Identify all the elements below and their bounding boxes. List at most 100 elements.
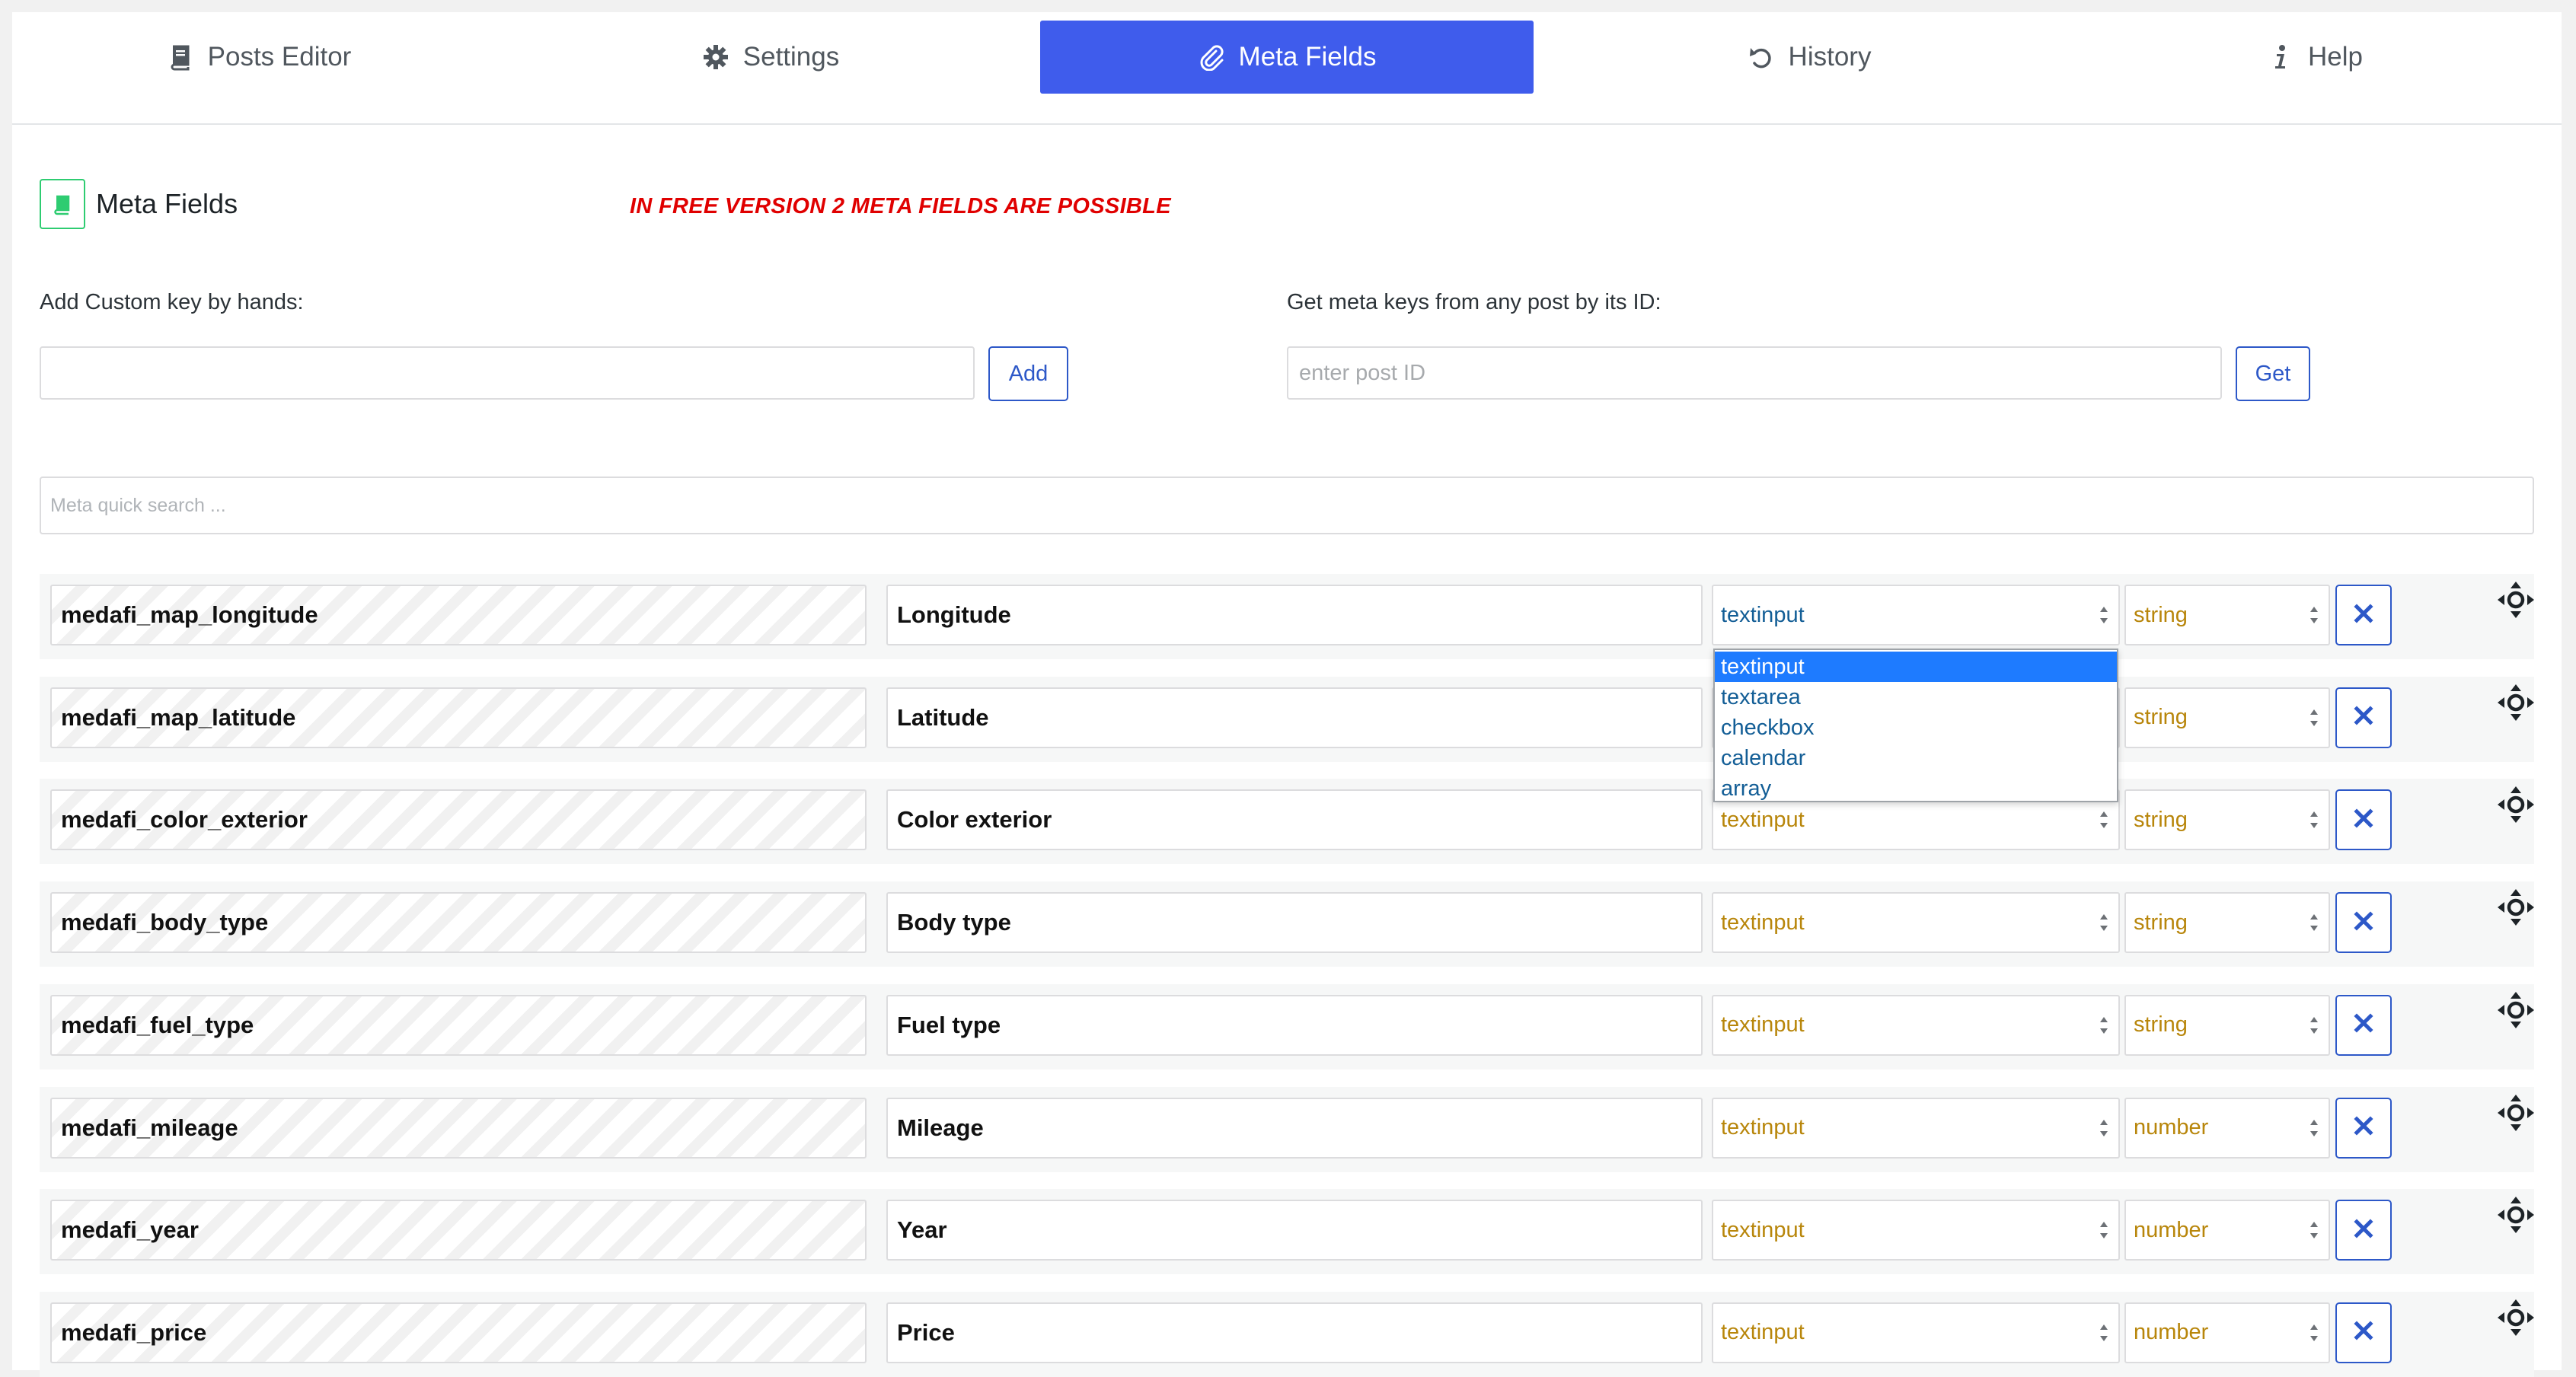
meta-label-field[interactable]: Fuel type (886, 994, 1703, 1056)
gear-icon (702, 43, 729, 71)
post-id-input[interactable] (1287, 346, 2222, 400)
meta-label-field[interactable]: Body type (886, 892, 1703, 954)
book-icon (40, 179, 85, 229)
close-icon (2353, 910, 2374, 936)
custom-key-label: Add Custom key by hands: (40, 290, 304, 314)
data-type-value: number (2134, 1115, 2209, 1140)
meta-key-field[interactable]: medafi_map_latitude (50, 687, 867, 748)
data-type-select[interactable]: string (2124, 994, 2330, 1056)
meta-label-field[interactable]: Color exterior (886, 789, 1703, 851)
data-type-value: string (2134, 807, 2188, 832)
meta-label-text: Mileage (897, 1114, 984, 1141)
data-type-select[interactable]: number (2124, 1302, 2330, 1363)
meta-key-field[interactable]: medafi_price (50, 1302, 867, 1363)
info-icon (2267, 43, 2294, 71)
delete-row-button[interactable] (2335, 789, 2392, 851)
drag-handle-icon[interactable] (2496, 683, 2536, 722)
data-type-value: number (2134, 1320, 2209, 1345)
field-type-value: textinput (1721, 1217, 1805, 1242)
meta-key-field[interactable]: medafi_fuel_type (50, 994, 867, 1056)
field-type-value: textinput (1721, 1115, 1805, 1140)
select-arrows-icon (2309, 1117, 2319, 1139)
meta-label-text: Price (897, 1318, 955, 1346)
add-key-button[interactable]: Add (988, 346, 1068, 401)
dropdown-option[interactable]: array (1715, 773, 2117, 804)
meta-key-field[interactable]: medafi_body_type (50, 892, 867, 954)
meta-key-text: medafi_map_latitude (61, 703, 296, 731)
data-type-select[interactable]: string (2124, 585, 2330, 645)
field-type-select[interactable]: textinput (1712, 585, 2120, 645)
drag-handle-icon[interactable] (2496, 990, 2536, 1030)
dropdown-option[interactable]: calendar (1715, 743, 2117, 773)
field-type-select[interactable]: textinput (1712, 1302, 2120, 1363)
meta-key-text: medafi_fuel_type (61, 1011, 254, 1038)
meta-row: medafi_map_latitudeLatitudetextinputstri… (40, 676, 2536, 762)
delete-row-button[interactable] (2335, 1097, 2392, 1159)
dropdown-option[interactable]: textarea (1715, 682, 2117, 712)
dropdown-option[interactable]: checkbox (1715, 712, 2117, 743)
data-type-value: string (2134, 1012, 2188, 1038)
field-type-select[interactable]: textinput (1712, 892, 2120, 954)
meta-label-text: Latitude (897, 703, 989, 731)
close-icon (2353, 808, 2374, 833)
meta-label-text: Longitude (897, 601, 1011, 628)
meta-key-field[interactable]: medafi_year (50, 1200, 867, 1261)
data-type-select[interactable]: number (2124, 1200, 2330, 1261)
meta-label-field[interactable]: Year (886, 1200, 1703, 1261)
get-keys-button[interactable]: Get (2236, 346, 2310, 401)
field-type-select[interactable]: textinput (1712, 1200, 2120, 1261)
book-icon (167, 43, 194, 71)
meta-row: medafi_map_longitude Longitude textinput st… (40, 574, 2534, 659)
drag-handle-icon[interactable] (2496, 1093, 2536, 1133)
drag-handle-icon[interactable] (2496, 1298, 2536, 1337)
page-title: Meta Fields (96, 188, 238, 219)
data-type-select[interactable]: string (2124, 687, 2330, 748)
meta-key-text: medafi_color_exterior (61, 806, 308, 834)
delete-row-button[interactable] (2335, 585, 2392, 645)
custom-key-input[interactable] (40, 346, 975, 400)
drag-handle-icon[interactable] (2496, 1195, 2536, 1235)
tab-posts-editor[interactable]: Posts Editor (12, 21, 506, 94)
meta-label-field[interactable]: Latitude (886, 687, 1703, 748)
data-type-select[interactable]: string (2124, 892, 2330, 954)
field-type-select[interactable]: textinput (1712, 994, 2120, 1056)
meta-label-field[interactable]: Longitude (886, 585, 1703, 645)
drag-handle-icon[interactable] (2496, 580, 2536, 620)
meta-row: medafi_fuel_type Fuel type textinput string (40, 983, 2536, 1069)
dropdown-option[interactable]: textinput (1715, 652, 2117, 682)
undo-icon (1748, 43, 1775, 71)
drag-handle-icon[interactable] (2496, 888, 2536, 927)
delete-row-button[interactable] (2335, 892, 2392, 954)
delete-row-button[interactable] (2335, 687, 2392, 748)
tab-label: Settings (742, 42, 840, 72)
field-type-value: textinput (1721, 602, 1805, 627)
meta-label-field[interactable]: Mileage (886, 1097, 1703, 1159)
field-type-value: textinput (1721, 1320, 1805, 1345)
delete-row-button[interactable] (2335, 1200, 2392, 1261)
meta-label-text: Body type (897, 909, 1011, 936)
field-type-value: textinput (1721, 807, 1805, 832)
select-arrows-icon (2309, 604, 2319, 626)
meta-key-field[interactable]: medafi_color_exterior (50, 789, 867, 851)
meta-row: medafi_mileage Mileage textinput number (40, 1086, 2536, 1172)
close-icon (2353, 705, 2374, 730)
tab-settings[interactable]: Settings (524, 21, 1017, 94)
data-type-select[interactable]: number (2124, 1097, 2330, 1159)
delete-row-button[interactable] (2335, 1302, 2392, 1363)
delete-row-button[interactable] (2335, 994, 2392, 1056)
meta-label-field[interactable]: Price (886, 1302, 1703, 1363)
tab-meta-fields[interactable]: Meta Fields (1040, 21, 1534, 94)
meta-key-field[interactable]: medafi_mileage (50, 1097, 867, 1159)
post-id-label: Get meta keys from any post by its ID: (1287, 290, 1661, 314)
data-type-select[interactable]: string (2124, 789, 2330, 851)
meta-key-field[interactable]: medafi_map_longitude (50, 585, 867, 645)
meta-label-text: Color exterior (897, 806, 1052, 834)
drag-handle-icon[interactable] (2496, 785, 2536, 824)
data-type-value: string (2134, 602, 2188, 627)
select-arrows-icon (2099, 1322, 2109, 1344)
field-type-select[interactable]: textinput (1712, 1097, 2120, 1159)
meta-search-input[interactable] (40, 477, 2534, 534)
tab-help[interactable]: Help (2068, 21, 2562, 94)
tab-history[interactable]: History (1563, 21, 2056, 94)
select-arrows-icon (2309, 912, 2319, 933)
